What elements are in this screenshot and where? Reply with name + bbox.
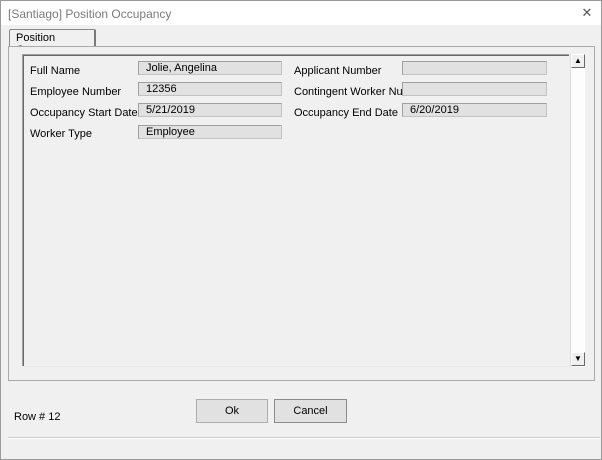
full-name-label: Full Name [30,65,81,77]
applicant-number-label: Applicant Number [294,65,382,77]
contingent-worker-number-field[interactable] [402,82,547,96]
vertical-scrollbar[interactable]: ▲ ▼ [570,54,585,367]
applicant-number-field[interactable] [402,61,547,75]
occupancy-start-date-label: Occupancy Start Date [30,107,138,119]
full-name-field[interactable]: Jolie, Angelina [138,61,282,75]
occupancy-end-date-label: Occupancy End Date [294,107,398,119]
close-icon[interactable]: ✕ [573,1,601,25]
occupancy-start-date-field[interactable]: 5/21/2019 [138,103,282,117]
position-occupancy-dialog: [Santiago] Position Occupancy ✕ Position… [0,0,602,460]
form-pane-bottom-edge [22,366,584,367]
status-divider-highlight [8,438,600,439]
title-bar: [Santiago] Position Occupancy ✕ [1,1,601,25]
ok-button[interactable]: Ok [196,399,268,423]
worker-type-field[interactable]: Employee [138,125,282,139]
window-title: [Santiago] Position Occupancy [8,7,172,21]
employee-number-label: Employee Number [30,86,122,98]
worker-type-label: Worker Type [30,128,92,140]
occupancy-end-date-field[interactable]: 6/20/2019 [402,103,547,117]
scroll-down-icon[interactable]: ▼ [571,352,585,366]
row-number-label: Row # 12 [14,411,61,423]
scroll-up-icon[interactable]: ▲ [571,54,585,68]
form-pane-inner-border [23,55,569,367]
employee-number-field[interactable]: 12356 [138,82,282,96]
cancel-button[interactable]: Cancel [274,399,347,423]
